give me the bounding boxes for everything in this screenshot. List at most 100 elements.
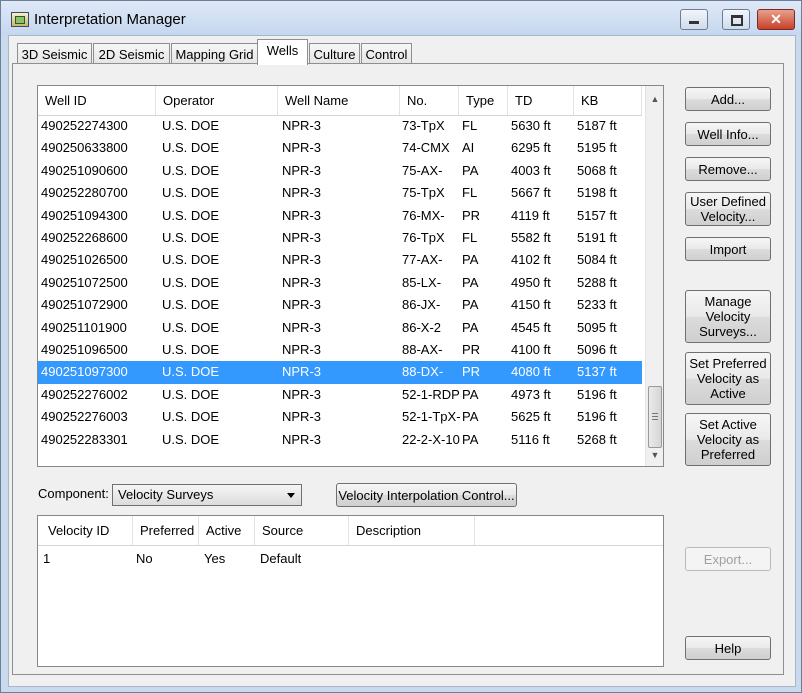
thumb-grip-line (652, 416, 658, 417)
table-row[interactable]: 490251090600 U.S. DOE NPR-3 75-AX- PA 4003 ft… (38, 160, 642, 182)
scroll-up-icon[interactable]: ▲ (646, 90, 663, 108)
column-header-well-name[interactable]: Well Name (278, 86, 400, 115)
cell-kb: 5268 ft (577, 431, 617, 447)
column-header-description[interactable]: Description (349, 516, 475, 545)
export-button[interactable]: Export... (685, 547, 771, 571)
cell-no: 88-AX- (402, 342, 443, 357)
cell-well-name: NPR-3 (282, 162, 322, 178)
close-icon: ✕ (770, 11, 782, 27)
cell-no: 76-MX- (402, 207, 445, 223)
table-row[interactable]: 490252274300 U.S. DOE NPR-3 73-TpX FL 5630 ft… (38, 115, 642, 137)
window-title: Interpretation Manager (34, 11, 186, 28)
well-info-button[interactable]: Well Info... (685, 122, 771, 146)
cell-no: 75-AX- (402, 162, 443, 178)
cell-kb: 5096 ft (577, 342, 617, 357)
cell-operator: U.S. DOE (162, 297, 220, 313)
column-header-source[interactable]: Source (255, 516, 349, 545)
title-bar[interactable]: Interpretation Manager ✕ (1, 1, 801, 35)
table-row[interactable]: 490252276003 U.S. DOE NPR-3 52-1-TpX- PA 5625… (38, 406, 642, 428)
minimize-icon (689, 21, 699, 24)
table-row[interactable]: 490252268600 U.S. DOE NPR-3 76-TpX FL 5582 ft… (38, 227, 642, 249)
cell-no: 52-1-RDPI (402, 386, 460, 402)
column-header-type[interactable]: Type (459, 86, 508, 115)
column-header-preferred[interactable]: Preferred (133, 516, 199, 545)
cell-well-id: 490252276002 (41, 386, 128, 402)
velocity-row[interactable]: 1 No Yes Default (38, 548, 663, 570)
table-row[interactable]: 490251026500 U.S. DOE NPR-3 77-AX- PA 4102 ft… (38, 249, 642, 271)
table-row[interactable]: 490251094300 U.S. DOE NPR-3 76-MX- PR 4119 ft… (38, 205, 642, 227)
scroll-thumb[interactable] (648, 386, 662, 448)
import-button[interactable]: Import (685, 237, 771, 261)
cell-kb: 5195 ft (577, 140, 617, 156)
cell-well-id: 490251072500 (41, 274, 128, 290)
thumb-grip-line (652, 419, 658, 420)
table-row[interactable]: 490251097300 U.S. DOE NPR-3 88-DX- PR 4080 ft… (38, 361, 642, 384)
cell-no: 77-AX- (402, 252, 443, 268)
set-preferred-velocity-active-button[interactable]: Set Preferred Velocity as Active (685, 352, 771, 405)
cell-well-name: NPR-3 (282, 431, 322, 447)
cell-operator: U.S. DOE (162, 252, 220, 268)
table-row[interactable]: 490250633800 U.S. DOE NPR-3 74-CMX AI 6295 ft… (38, 137, 642, 159)
cell-kb: 5068 ft (577, 162, 617, 178)
cell-kb: 5233 ft (577, 297, 617, 313)
cell-type: PR (462, 342, 481, 357)
cell-well-name: NPR-3 (282, 274, 322, 290)
cell-td: 5116 ft (511, 431, 550, 447)
cell-type: PA (462, 162, 479, 178)
tab-culture[interactable]: Culture (309, 43, 360, 65)
add-button[interactable]: Add... (685, 87, 771, 111)
table-row[interactable]: 490251101900 U.S. DOE NPR-3 86-X-2 PA 4545 ft… (38, 317, 642, 339)
cell-well-name: NPR-3 (282, 342, 322, 357)
column-header-no[interactable]: No. (400, 86, 459, 115)
column-header-active[interactable]: Active (199, 516, 255, 545)
cell-well-id: 490252268600 (41, 230, 128, 245)
maximize-icon (731, 15, 743, 26)
cell-td: 5630 ft (511, 118, 551, 133)
tab-control[interactable]: Control (361, 43, 412, 65)
app-icon (11, 12, 29, 27)
table-row[interactable]: 490251096500 U.S. DOE NPR-3 88-AX- PR 4100 ft… (38, 339, 642, 361)
velocity-list[interactable]: Velocity ID Preferred Active Source Desc… (37, 515, 664, 667)
velocity-interpolation-control-button[interactable]: Velocity Interpolation Control... (336, 483, 517, 507)
component-select[interactable]: Velocity Surveys (112, 484, 302, 506)
set-active-velocity-preferred-button[interactable]: Set Active Velocity as Preferred (685, 413, 771, 466)
manage-velocity-surveys-button[interactable]: Manage Velocity Surveys... (685, 290, 771, 343)
cell-type: PA (462, 274, 479, 290)
cell-well-name: NPR-3 (282, 386, 322, 402)
help-button[interactable]: Help (685, 636, 771, 660)
remove-button[interactable]: Remove... (685, 157, 771, 181)
cell-kb: 5137 ft (577, 364, 617, 380)
velocity-cell-id: 1 (43, 551, 51, 566)
tab-mapping-grid[interactable]: Mapping Grid (171, 43, 258, 65)
cell-td: 4003 ft (511, 162, 551, 178)
cell-operator: U.S. DOE (162, 319, 220, 335)
table-row[interactable]: 490251072500 U.S. DOE NPR-3 85-LX- PA 4950 ft… (38, 272, 642, 294)
tab-3d-seismic[interactable]: 3D Seismic (17, 43, 92, 65)
user-defined-velocity-button[interactable]: User Defined Velocity... (685, 192, 771, 226)
cell-operator: U.S. DOE (162, 185, 220, 201)
cell-well-id: 490250633800 (41, 140, 128, 156)
maximize-button[interactable] (722, 9, 750, 30)
tab-2d-seismic[interactable]: 2D Seismic (93, 43, 170, 65)
cell-well-name: NPR-3 (282, 364, 322, 380)
cell-operator: U.S. DOE (162, 207, 220, 223)
scroll-down-icon[interactable]: ▼ (646, 446, 663, 464)
table-row[interactable]: 490252283301 U.S. DOE NPR-3 22-2-X-10(PA 511… (38, 429, 642, 451)
column-header-operator[interactable]: Operator (156, 86, 278, 115)
column-header-kb[interactable]: KB (574, 86, 642, 115)
wells-list-scrollbar[interactable]: ▲ ▼ (645, 86, 663, 466)
tab-wells[interactable]: Wells (257, 39, 308, 65)
wells-list[interactable]: Well ID Operator Well Name No. Type TD K… (37, 85, 664, 467)
cell-kb: 5084 ft (577, 252, 617, 268)
thumb-grip-line (652, 413, 658, 414)
column-header-td[interactable]: TD (508, 86, 574, 115)
cell-operator: U.S. DOE (162, 409, 220, 425)
cell-no: 75-TpX (402, 185, 445, 201)
column-header-velocity-id[interactable]: Velocity ID (38, 516, 133, 545)
close-button[interactable]: ✕ (757, 9, 795, 30)
minimize-button[interactable] (680, 9, 708, 30)
table-row[interactable]: 490251072900 U.S. DOE NPR-3 86-JX- PA 4150 ft… (38, 294, 642, 316)
table-row[interactable]: 490252280700 U.S. DOE NPR-3 75-TpX FL 5667 ft… (38, 182, 642, 204)
column-header-well-id[interactable]: Well ID (38, 86, 156, 115)
table-row[interactable]: 490252276002 U.S. DOE NPR-3 52-1-RDPI PA 4973… (38, 384, 642, 406)
